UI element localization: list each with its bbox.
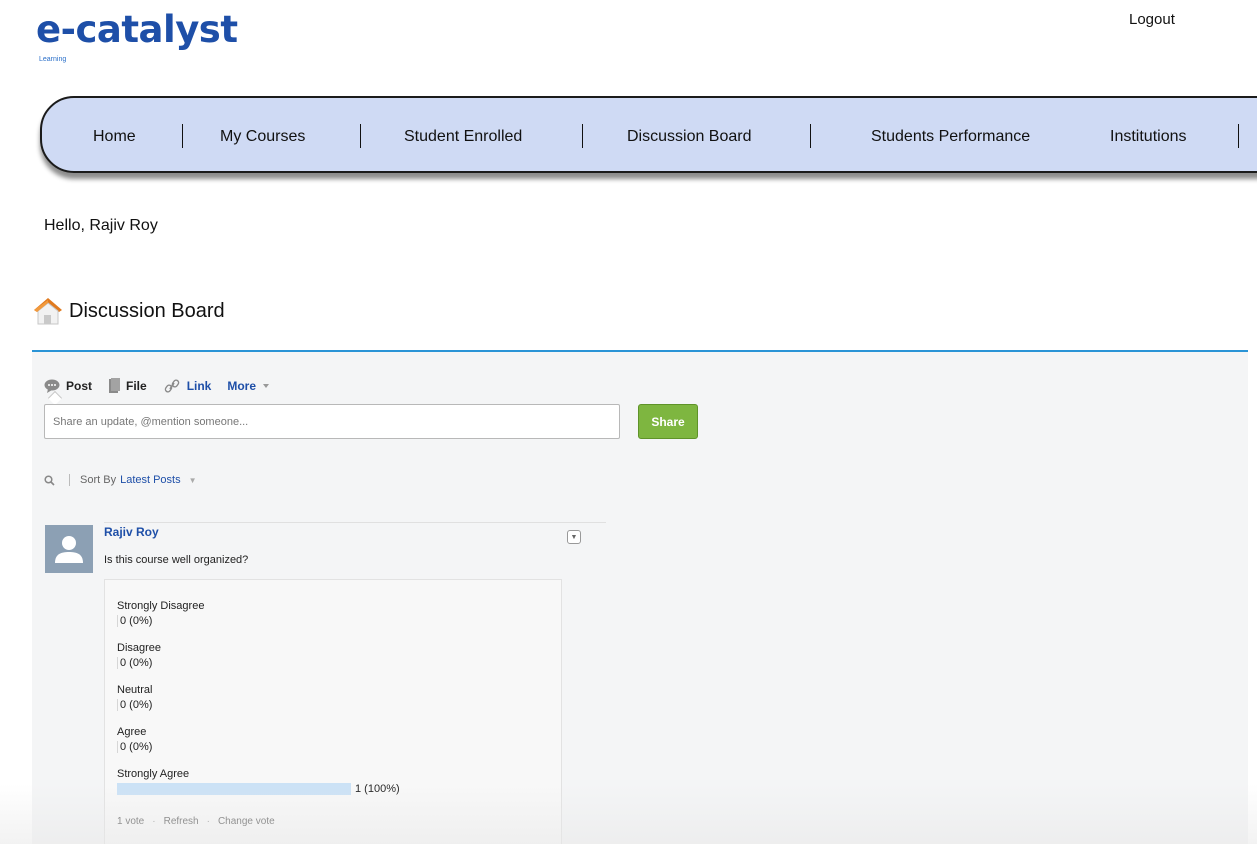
vote-count: 1 vote [117, 816, 145, 827]
avatar[interactable] [45, 525, 93, 573]
page-title: Discussion Board [69, 299, 225, 322]
publisher-tabs: Post File Link More [44, 376, 287, 406]
poll-bar [117, 657, 118, 669]
nav-separator [1238, 124, 1239, 148]
post-author-link[interactable]: Rajiv Roy [104, 525, 159, 539]
poll-option: Strongly Agree 1 (100%) [117, 767, 400, 796]
poll-bar [117, 615, 118, 627]
search-icon[interactable] [44, 474, 55, 486]
nav-item-institutions[interactable]: Institutions [1110, 128, 1186, 146]
refresh-link[interactable]: Refresh [164, 816, 199, 827]
post-question: Is this course well organized? [104, 554, 249, 566]
poll-option: Strongly Disagree 0 (0%) [117, 599, 204, 628]
poll-option-label: Strongly Disagree [117, 600, 205, 612]
poll-option: Agree 0 (0%) [117, 725, 152, 754]
change-vote-link[interactable]: Change vote [218, 816, 275, 827]
nav-item-home[interactable]: Home [93, 128, 136, 146]
poll-option-result: 0 (0%) [120, 699, 153, 711]
nav-item-students-performance[interactable]: Students Performance [871, 128, 1030, 146]
poll-footer: 1 vote · Refresh · Change vote [117, 816, 275, 827]
file-icon [109, 378, 121, 393]
sort-by-label: Sort By [80, 474, 117, 486]
poll-option-result: 0 (0%) [120, 657, 153, 669]
logout-link[interactable]: Logout [1129, 11, 1175, 28]
sort-divider [69, 474, 70, 486]
chat-bubble-icon [44, 379, 60, 393]
post-menu-dropdown[interactable]: ▼ [567, 530, 581, 544]
link-icon [164, 379, 179, 393]
poll-results: Strongly Disagree 0 (0%) Disagree 0 (0%)… [104, 579, 562, 844]
logo-text: e-catalyst [36, 8, 238, 51]
poll-option-result: 0 (0%) [120, 615, 153, 627]
post-divider [104, 522, 606, 523]
sort-by-value[interactable]: Latest Posts [120, 474, 181, 486]
poll-option-result: 0 (0%) [120, 741, 153, 753]
feed-sort-bar: Sort By Latest Posts ▼ [44, 474, 197, 486]
publisher-tab-post-label: Post [66, 379, 93, 393]
nav-separator [582, 124, 583, 148]
publisher-tab-more-label: More [227, 379, 257, 393]
nav-separator [810, 124, 811, 148]
chevron-down-icon [263, 384, 270, 388]
chevron-down-icon[interactable]: ▼ [189, 476, 197, 485]
logo-subtext: Learning [39, 56, 67, 63]
nav-item-discussion-board[interactable]: Discussion Board [627, 128, 752, 146]
publisher-tab-post[interactable]: Post [44, 379, 92, 393]
publisher-tab-file[interactable]: File [108, 378, 147, 394]
publisher-tab-more[interactable]: More [227, 379, 271, 393]
poll-option-label: Neutral [117, 684, 153, 696]
poll-option-label: Disagree [117, 642, 162, 654]
house-icon [33, 296, 63, 326]
user-silhouette-icon [55, 536, 83, 563]
publisher-tab-file-label: File [126, 379, 147, 393]
publisher-tab-link[interactable]: Link [163, 378, 212, 394]
poll-bar [117, 741, 118, 753]
main-nav-bar: Home My Courses Student Enrolled Discuss… [40, 96, 1257, 173]
poll-option-label: Agree [117, 726, 147, 738]
discussion-feed-panel: Post File Link More Share an update, @me… [32, 350, 1248, 844]
poll-option: Neutral 0 (0%) [117, 683, 152, 712]
poll-option: Disagree 0 (0%) [117, 641, 161, 670]
poll-option-label: Strongly Agree [117, 768, 190, 780]
user-greeting: Hello, Rajiv Roy [44, 217, 158, 234]
poll-bar [117, 783, 351, 795]
nav-separator [182, 124, 183, 148]
e-catalyst-logo[interactable]: e-catalyst Learning [36, 6, 246, 66]
nav-item-my-courses[interactable]: My Courses [220, 128, 305, 146]
poll-bar [117, 699, 118, 711]
poll-option-result: 1 (100%) [355, 783, 400, 795]
nav-separator [360, 124, 361, 148]
active-tab-pointer [47, 390, 63, 406]
page-heading: Discussion Board [33, 295, 225, 327]
nav-item-student-enrolled[interactable]: Student Enrolled [404, 128, 522, 146]
share-update-input[interactable] [44, 404, 620, 439]
publisher-tab-link-label: Link [186, 379, 212, 393]
share-button[interactable]: Share [638, 404, 698, 439]
